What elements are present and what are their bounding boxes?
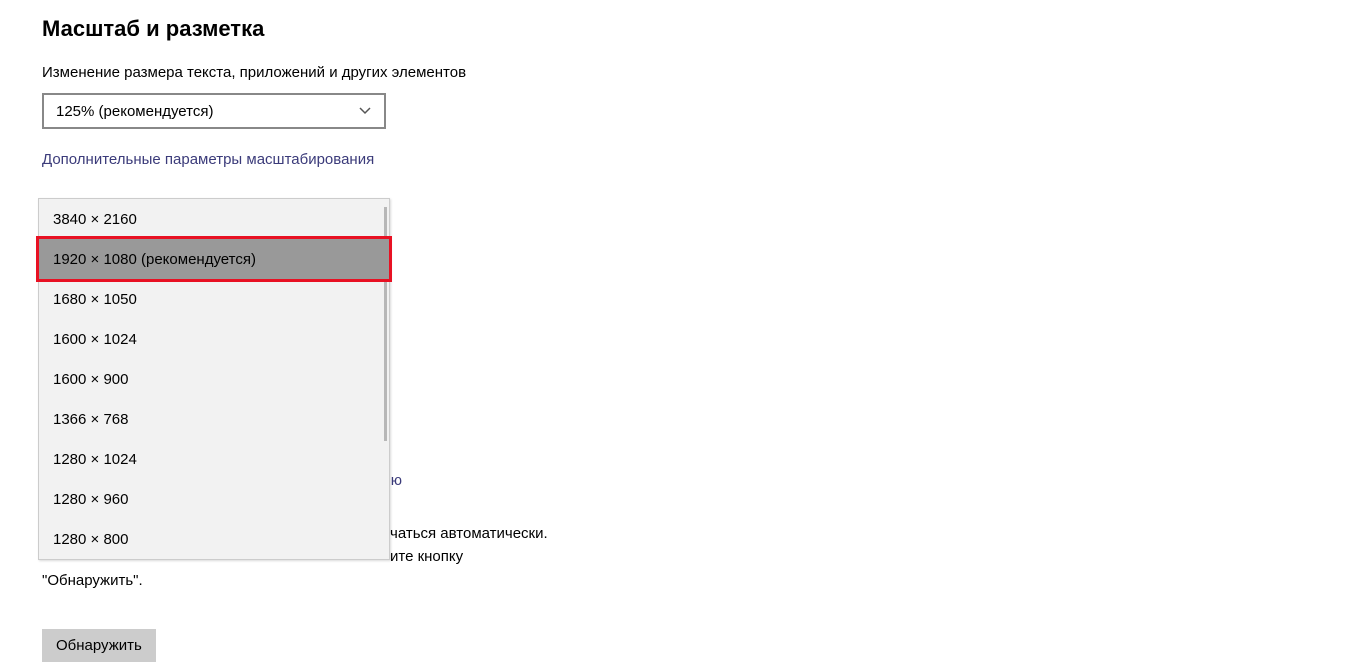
detect-button[interactable]: Обнаружить (42, 629, 156, 662)
resolution-option[interactable]: 1280 × 1024 (39, 439, 389, 479)
resolution-option[interactable]: 1366 × 768 (39, 399, 389, 439)
resolution-option[interactable]: 1680 × 1050 (39, 279, 389, 319)
resolution-option[interactable]: 3840 × 2160 (39, 199, 389, 239)
scale-select[interactable]: 125% (рекомендуется) (42, 93, 386, 129)
resolution-option[interactable]: 1600 × 1024 (39, 319, 389, 359)
advanced-scaling-link[interactable]: Дополнительные параметры масштабирования (42, 151, 374, 168)
scale-select-value: 125% (рекомендуется) (56, 103, 213, 120)
explain-line-3: "Обнаружить". (42, 569, 602, 592)
resolution-option[interactable]: 1600 × 900 (39, 359, 389, 399)
resolution-option[interactable]: 1280 × 800 (39, 519, 389, 559)
chevron-down-icon (358, 104, 372, 118)
resolution-option[interactable]: 1920 × 1080 (рекомендуется) (39, 239, 389, 279)
text-size-label: Изменение размера текста, приложений и д… (42, 64, 1303, 81)
resolution-option[interactable]: 1280 × 960 (39, 479, 389, 519)
scale-layout-heading: Масштаб и разметка (42, 16, 1303, 42)
resolution-dropdown[interactable]: 3840 × 21601920 × 1080 (рекомендуется)16… (38, 198, 390, 560)
